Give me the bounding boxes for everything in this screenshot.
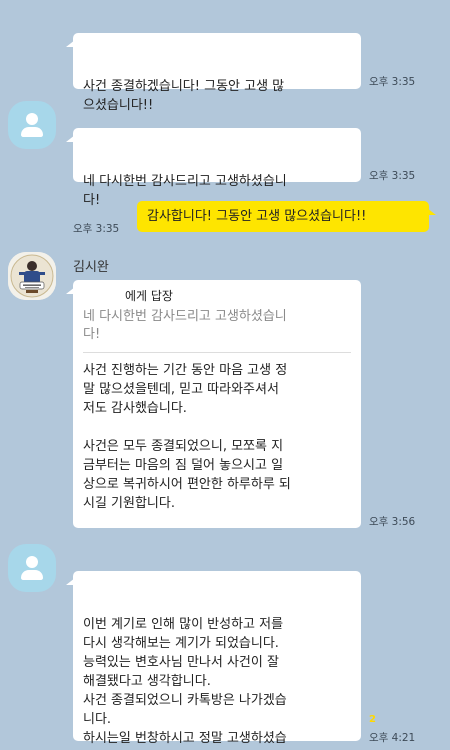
message-bubble[interactable]: 사건 종결하겠습니다! 그동안 고생 많 으셨습니다!! xyxy=(66,33,361,113)
avatar-default[interactable] xyxy=(8,544,56,592)
message-time: 오후 4:21 xyxy=(369,732,416,744)
message-time: 오후 3:35 xyxy=(369,170,416,182)
message-time: 오후 3:35 xyxy=(73,223,120,235)
bubble-tail xyxy=(66,40,75,47)
message-time: 오후 3:35 xyxy=(369,76,416,88)
message-text: 사건 종결하겠습니다! 그동안 고생 많 으셨습니다!! xyxy=(83,79,285,113)
bubble-tail xyxy=(66,578,75,585)
person-icon xyxy=(26,113,38,125)
reply-quote-text[interactable]: 네 다시한번 감사드리고 고생하셨습니 다! xyxy=(83,308,351,344)
my-message-bubble[interactable]: 감사합니다! 그동안 고생 많으셨습니다!! xyxy=(137,201,436,232)
message-text: 사건 진행하는 기간 동안 마음 고생 정 말 많으셨을텐데, 믿고 따라와주셔… xyxy=(83,363,291,511)
person-icon xyxy=(26,556,38,568)
message-time: 오후 3:56 xyxy=(369,516,416,528)
bubble-tail xyxy=(427,208,436,215)
person-icon-body xyxy=(21,127,43,137)
bubble-tail xyxy=(66,135,75,142)
message-text: 감사합니다! 그동안 고생 많으셨습니다!! xyxy=(147,209,367,224)
unread-count: 2 xyxy=(369,714,376,725)
avatar-default[interactable] xyxy=(8,101,56,149)
divider xyxy=(83,352,351,353)
profile-photo-icon xyxy=(8,252,56,300)
reply-message-bubble[interactable]: 에게 답장 네 다시한번 감사드리고 고생하셨습니 다! 사건 진행하는 기간 … xyxy=(66,280,361,528)
reply-target: 에게 답장 xyxy=(125,289,173,303)
message-text: 이번 계기로 인해 많이 반성하고 저를 다시 생각해보는 계기가 되었습니다.… xyxy=(83,617,287,746)
bubble-tail xyxy=(66,287,75,294)
sender-name: 김시완 xyxy=(73,260,109,275)
message-bubble[interactable]: 네 다시한번 감사드리고 고생하셨습니 다! xyxy=(66,128,361,208)
person-icon-body xyxy=(21,570,43,580)
avatar-profile-photo[interactable] xyxy=(8,252,56,300)
message-bubble[interactable]: 이번 계기로 인해 많이 반성하고 저를 다시 생각해보는 계기가 되었습니다.… xyxy=(66,571,361,746)
